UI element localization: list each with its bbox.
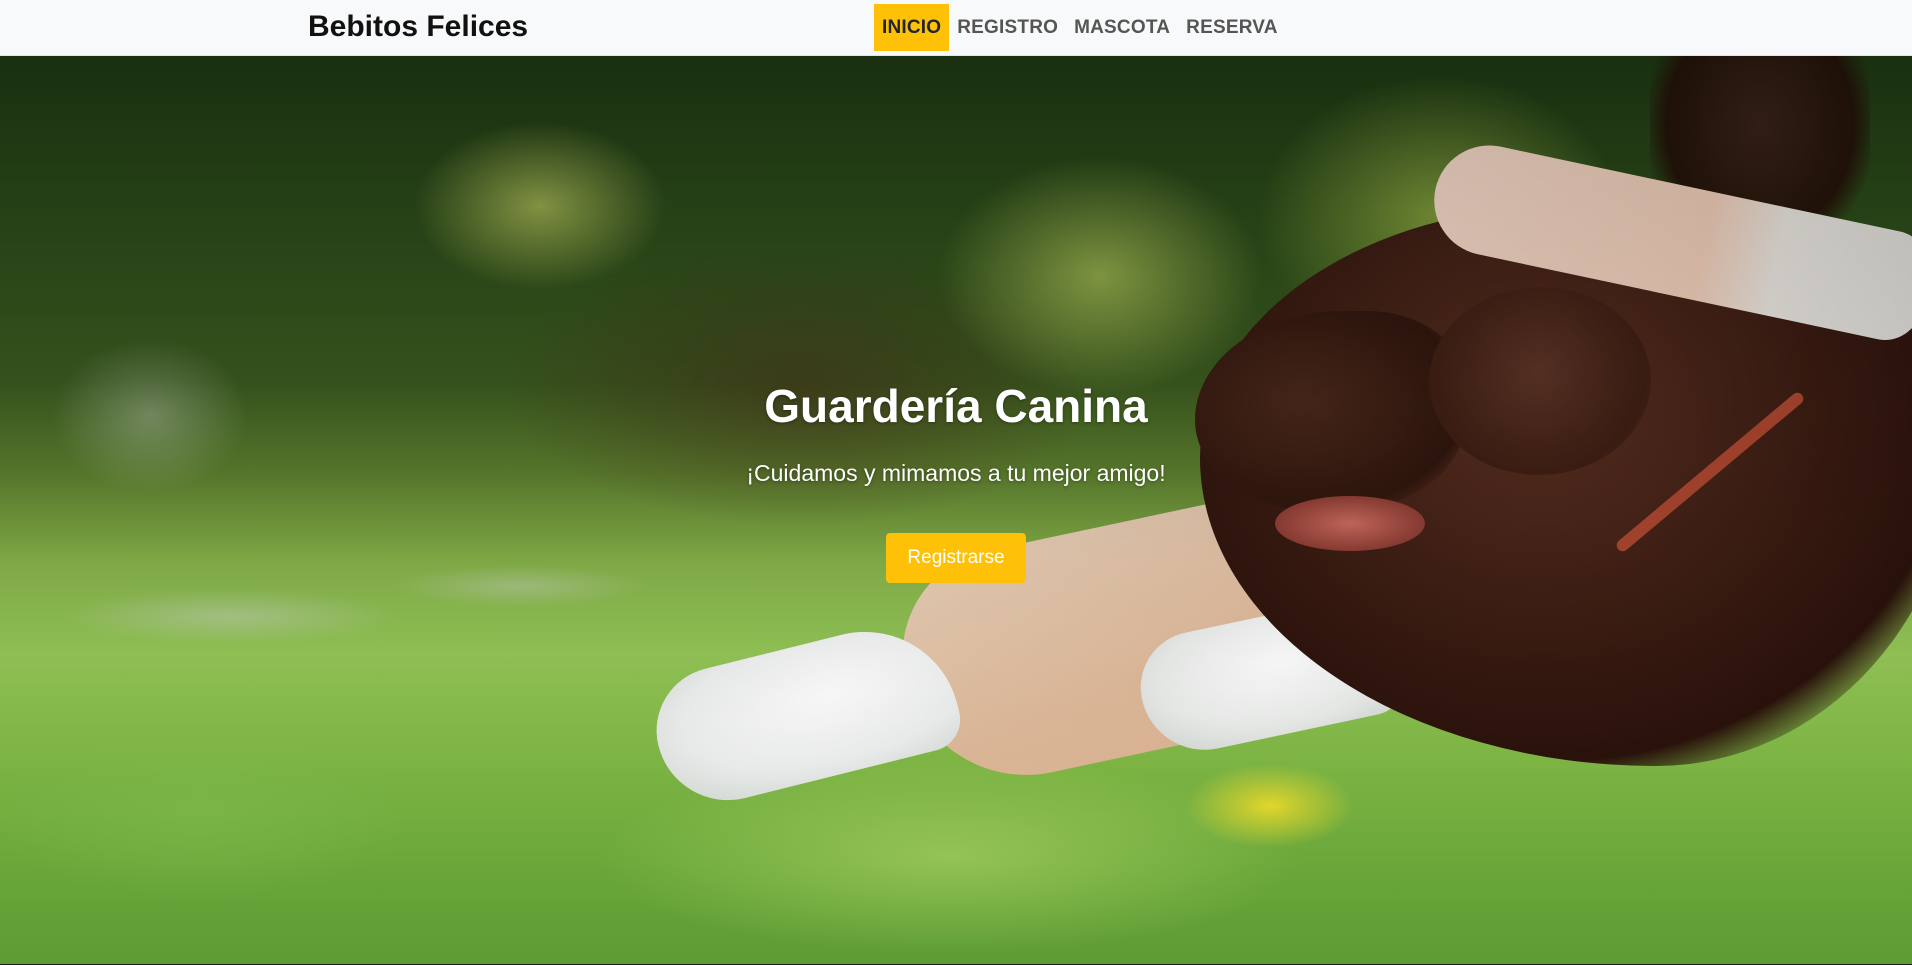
hero-title: Guardería Canina — [764, 380, 1148, 432]
hero-section: Guardería Canina ¡Cuidamos y mimamos a t… — [0, 56, 1912, 964]
navbar: Bebitos Felices INICIO REGISTRO MASCOTA … — [0, 0, 1912, 56]
hero-subtitle: ¡Cuidamos y mimamos a tu mejor amigo! — [746, 460, 1166, 486]
register-button[interactable]: Registrarse — [886, 533, 1026, 583]
nav-item-reserva[interactable]: RESERVA — [1178, 4, 1286, 51]
nav-item-mascota[interactable]: MASCOTA — [1066, 4, 1178, 51]
nav-item-inicio[interactable]: INICIO — [874, 4, 950, 51]
brand-logo-text[interactable]: Bebitos Felices — [308, 9, 528, 45]
nav-menu: INICIO REGISTRO MASCOTA RESERVA — [874, 4, 1286, 51]
hero-content: Guardería Canina ¡Cuidamos y mimamos a t… — [0, 56, 1912, 964]
nav-item-registro[interactable]: REGISTRO — [949, 4, 1066, 51]
